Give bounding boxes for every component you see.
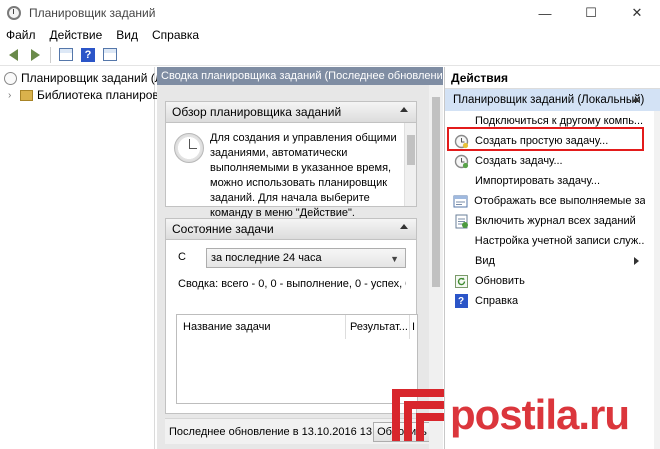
- collapse-icon[interactable]: [400, 224, 408, 229]
- back-arrow-icon: [8, 48, 18, 61]
- scroll-thumb[interactable]: [432, 97, 440, 287]
- summary-body: Обзор планировщика заданий Для создания …: [157, 85, 443, 449]
- maximize-button[interactable]: ☐: [568, 0, 614, 26]
- overview-scrollbar[interactable]: [404, 123, 416, 206]
- actions-pane: Действия Планировщик заданий (Локальный)…: [444, 67, 660, 449]
- status-filter-label: С: [178, 251, 186, 263]
- overview-section: Для создания и управления общими задания…: [165, 123, 417, 219]
- action-label: Подключиться к другому компь...: [475, 115, 644, 127]
- status-period-select[interactable]: за последние 24 часа ▼: [206, 248, 406, 268]
- collapse-icon[interactable]: [632, 97, 640, 102]
- expand-icon[interactable]: ›: [8, 90, 18, 101]
- actions-scrollbar[interactable]: [654, 111, 660, 449]
- action-label: Вид: [475, 255, 495, 267]
- running-tasks-icon: [453, 193, 468, 209]
- action-pane-icon: [103, 48, 117, 61]
- action-label: Включить журнал всех заданий: [475, 215, 636, 227]
- action-label: Обновить: [475, 275, 525, 287]
- toolbar: ?: [0, 44, 660, 66]
- show-hide-actions-button[interactable]: [101, 46, 119, 64]
- highlight-frame: [447, 127, 644, 151]
- tree-item-library[interactable]: › Библиотека планировщ: [8, 88, 169, 102]
- action-label: Отображать все выполняемые за...: [474, 195, 645, 207]
- summary-scrollbar[interactable]: [429, 85, 443, 449]
- blank-icon: [453, 233, 469, 249]
- window-controls: — ☐ ✕: [522, 0, 660, 26]
- column-divider: [409, 315, 410, 339]
- action-display-running[interactable]: Отображать все выполняемые за...: [445, 191, 645, 211]
- action-view[interactable]: Вид: [445, 251, 645, 271]
- help-icon: ?: [81, 47, 95, 62]
- column-task-name[interactable]: Название задачи: [183, 321, 271, 333]
- column-divider: [345, 315, 346, 339]
- window-title: Планировщик заданий: [29, 6, 156, 20]
- submenu-arrow-icon: [634, 257, 639, 265]
- folder-icon: [20, 89, 33, 101]
- collapse-icon[interactable]: [400, 107, 408, 112]
- title-bar: Планировщик заданий — ☐ ✕: [0, 0, 660, 26]
- task-status-table: Название задачи Результат... I: [176, 314, 418, 404]
- clock-icon: [174, 133, 204, 163]
- blank-icon: [453, 173, 469, 189]
- back-button[interactable]: [4, 46, 22, 64]
- console-tree-icon: [59, 48, 73, 61]
- column-result[interactable]: Результат...: [350, 321, 408, 333]
- overview-text: Для создания и управления общими задания…: [210, 132, 397, 219]
- close-button[interactable]: ✕: [614, 0, 660, 26]
- action-refresh[interactable]: Обновить: [445, 271, 645, 291]
- clock-icon: [4, 71, 17, 85]
- last-update-text: Последнее обновление в 13.10.2016 13:16:…: [169, 425, 403, 438]
- action-label: Настройка учетной записи служ...: [474, 235, 645, 247]
- forward-arrow-icon: [30, 48, 40, 61]
- summary-footer: Последнее обновление в 13.10.2016 13:16:…: [165, 418, 435, 444]
- blank-icon: [453, 253, 469, 269]
- tree-library-label: Библиотека планировщ: [37, 88, 169, 102]
- menu-help[interactable]: Справка: [152, 28, 199, 42]
- overview-section-header[interactable]: Обзор планировщика заданий: [165, 101, 417, 123]
- history-icon: [453, 213, 469, 229]
- action-label: Создать задачу...: [475, 155, 563, 167]
- task-scheduler-icon: [7, 6, 21, 20]
- tree-item-root[interactable]: Планировщик заданий (Лока: [4, 71, 181, 85]
- menu-view[interactable]: Вид: [116, 28, 138, 42]
- menu-action[interactable]: Действие: [50, 28, 103, 42]
- summary-pane: Сводка планировщика заданий (Последнее о…: [157, 67, 443, 449]
- help-icon: ?: [453, 293, 469, 309]
- action-label: Импортировать задачу...: [475, 175, 601, 187]
- help-button[interactable]: ?: [79, 46, 97, 64]
- action-create-task[interactable]: Создать задачу...: [445, 151, 645, 171]
- toolbar-separator: [50, 46, 51, 63]
- refresh-button[interactable]: Обновить: [373, 422, 431, 442]
- action-help[interactable]: ? Справка: [445, 291, 645, 311]
- menu-file[interactable]: Файл: [6, 28, 36, 42]
- status-title: Состояние задачи: [172, 222, 274, 236]
- minimize-button[interactable]: —: [522, 0, 568, 26]
- action-label: Справка: [475, 295, 519, 307]
- status-summary: Сводка: всего - 0, 0 - выполнение, 0 - у…: [178, 278, 406, 290]
- action-service-account[interactable]: Настройка учетной записи служ...: [445, 231, 645, 251]
- forward-button[interactable]: [26, 46, 44, 64]
- status-section-header[interactable]: Состояние задачи: [165, 218, 417, 240]
- refresh-icon: [453, 273, 469, 289]
- actions-group-label: Планировщик заданий (Локальный): [453, 94, 645, 106]
- show-hide-tree-button[interactable]: [57, 46, 75, 64]
- chevron-down-icon: ▼: [390, 254, 399, 264]
- action-import-task[interactable]: Импортировать задачу...: [445, 171, 645, 191]
- status-period-value: за последние 24 часа: [211, 252, 322, 264]
- create-task-icon: [453, 153, 469, 169]
- actions-group-header[interactable]: Планировщик заданий (Локальный): [445, 89, 660, 111]
- summary-header: Сводка планировщика заданий (Последнее о…: [157, 67, 443, 85]
- overview-title: Обзор планировщика заданий: [172, 105, 342, 119]
- menu-bar: Файл Действие Вид Справка: [0, 26, 660, 44]
- console-tree: Планировщик заданий (Лока › Библиотека п…: [0, 67, 181, 449]
- scroll-thumb[interactable]: [407, 135, 415, 165]
- actions-title: Действия: [445, 67, 660, 89]
- column-extra[interactable]: I: [412, 321, 415, 333]
- status-section: С за последние 24 часа ▼ Сводка: всего -…: [165, 240, 418, 414]
- action-enable-history[interactable]: Включить журнал всех заданий: [445, 211, 645, 231]
